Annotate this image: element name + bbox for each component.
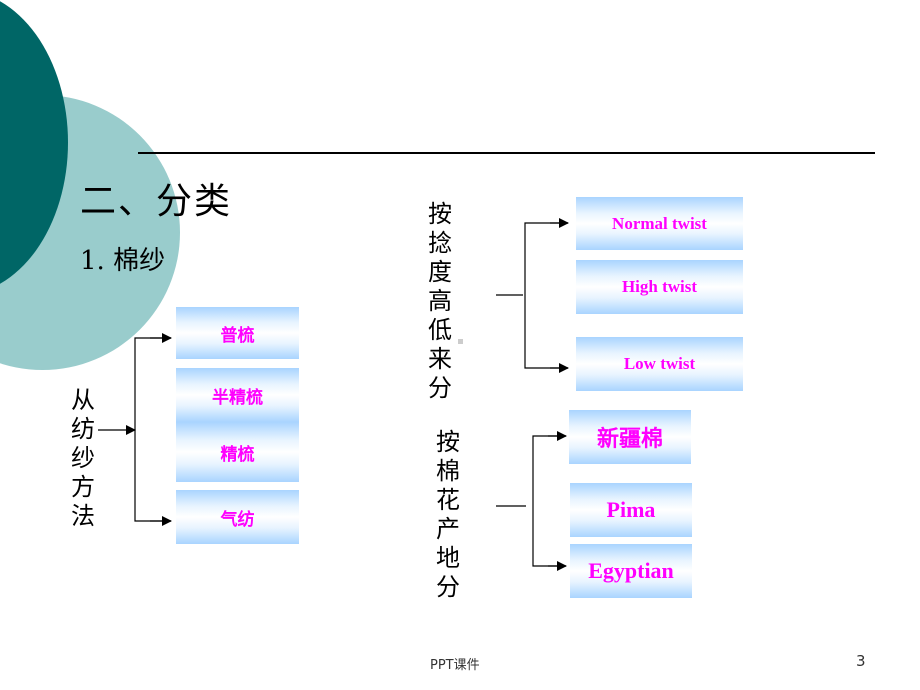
group2-label: 按捻度高低来分 [425,200,455,403]
page-number: 3 [856,652,866,670]
box-xinjiang-cotton: 新疆棉 [569,410,691,464]
group1-label-text: 从纺纱方法 [71,386,95,530]
footer-label: PPT课件 [430,658,480,673]
box-pima: Pima [570,483,692,537]
decorative-marker [458,339,463,344]
group2-connectors [496,218,569,373]
group3-label: 按棉花产地分 [433,428,463,602]
box-banjingshu: 半精梳 [176,368,299,422]
group3-label-text: 按棉花产地分 [436,428,460,601]
box-low-twist: Low twist [576,337,743,391]
group1-connectors [98,333,172,526]
group1-label: 从纺纱方法 [68,386,98,531]
box-high-twist: High twist [576,260,743,314]
box-qifang: 气纺 [176,490,299,544]
box-pushu: 普梳 [176,307,299,359]
group2-label-text: 按捻度高低来分 [428,200,452,402]
box-jingshu: 精梳 [176,422,299,482]
box-normal-twist: Normal twist [576,197,743,250]
box-egyptian: Egyptian [570,544,692,598]
group3-connectors [496,431,567,571]
